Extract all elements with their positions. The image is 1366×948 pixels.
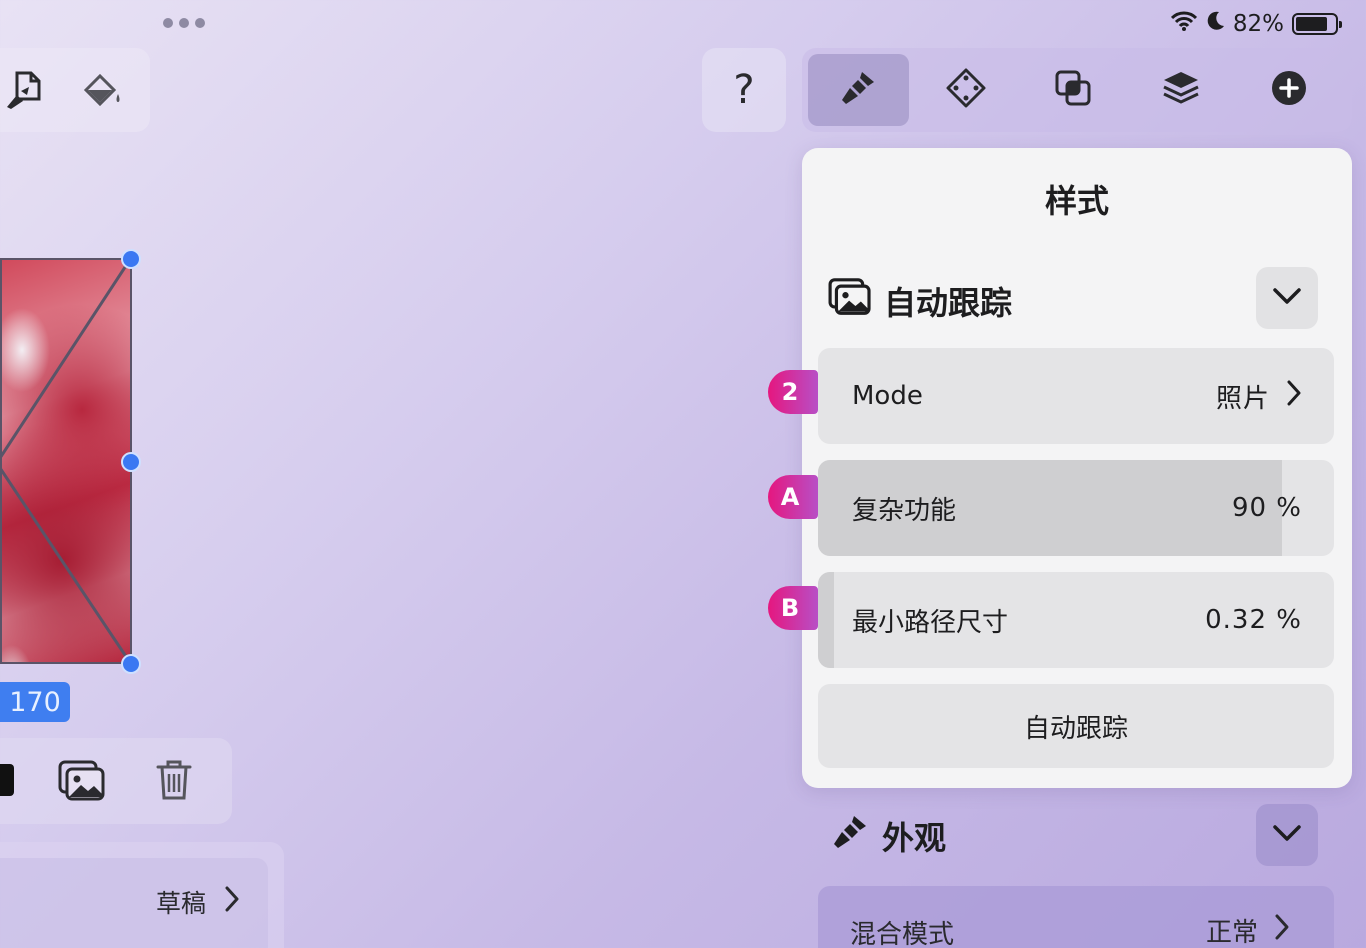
chevron-right-icon — [1274, 913, 1290, 948]
chevron-right-icon — [224, 885, 240, 919]
layers-tab[interactable] — [1131, 54, 1232, 126]
image-stack-icon[interactable] — [58, 760, 106, 802]
mode-row[interactable]: Mode 照片 — [818, 348, 1334, 444]
brush-style-icon — [830, 812, 870, 860]
blend-mode-value-text: 正常 — [1206, 918, 1259, 948]
status-bar: 82% — [1170, 10, 1342, 38]
brush-style-icon — [838, 68, 878, 112]
panel-title: 样式 — [1044, 182, 1109, 220]
annotation-badge-b: B — [768, 586, 818, 630]
complexity-value: 90 % — [1231, 493, 1302, 523]
boolean-icon — [1054, 69, 1092, 111]
moon-icon — [1205, 10, 1225, 38]
min-path-size-value: 0.32 % — [1205, 605, 1302, 635]
min-path-size-label: 最小路径尺寸 — [852, 607, 1009, 638]
trash-icon[interactable] — [154, 758, 194, 802]
add-icon — [1271, 70, 1307, 110]
collapse-section-button[interactable] — [1256, 267, 1318, 329]
color-swatch[interactable] — [0, 764, 14, 796]
annotation-badge-2: 2 — [768, 370, 818, 414]
chevron-down-icon — [1272, 287, 1302, 309]
chevron-right-icon — [1286, 379, 1302, 414]
battery-icon — [1292, 13, 1342, 35]
top-toolbar — [802, 48, 1352, 132]
mode-value: 照片 — [1216, 348, 1302, 444]
auto-trace-section-header: 自动跟踪 — [828, 278, 1012, 324]
mode-label: Mode — [852, 381, 923, 411]
wifi-icon — [1170, 11, 1197, 37]
battery-percent: 82% — [1232, 11, 1284, 37]
image-stack-icon — [828, 278, 872, 324]
dimension-label: 170 — [0, 682, 70, 722]
appearance-collapse-button[interactable] — [1256, 804, 1318, 866]
selection-handle-bottom-right[interactable] — [121, 654, 141, 674]
left-row-value: 草稿 — [156, 884, 240, 920]
left-row-value-text: 草稿 — [155, 889, 206, 918]
multitasking-dots[interactable] — [163, 18, 205, 28]
min-path-size-slider-row[interactable]: 最小路径尺寸 0.32 % — [818, 572, 1334, 668]
mode-value-text: 照片 — [1215, 383, 1270, 414]
blend-mode-value: 正常 — [1206, 912, 1290, 948]
complexity-label: 复杂功能 — [852, 495, 957, 526]
object-toolbar — [0, 738, 232, 824]
document-brush-icon[interactable] — [2, 68, 46, 112]
style-panel: 样式 自动跟踪 Mode 照片 复杂功能 90 % 最小路径尺寸 0.32 % … — [802, 148, 1352, 788]
section-title: 自动跟踪 — [884, 284, 1013, 322]
add-tab[interactable] — [1238, 54, 1339, 126]
selection-handle-top-right[interactable] — [121, 249, 141, 269]
annotation-badge-a: A — [768, 475, 818, 519]
brush-style-tab[interactable] — [808, 54, 909, 126]
blend-mode-label: 混合模式 — [850, 920, 955, 948]
layers-icon — [1161, 68, 1201, 112]
paint-bucket-icon[interactable] — [80, 70, 124, 110]
boolean-tab[interactable] — [1023, 54, 1124, 126]
selection-handle-right[interactable] — [121, 452, 141, 472]
chevron-down-icon — [1272, 824, 1302, 846]
appearance-section-header: 外观 — [830, 812, 946, 860]
complexity-slider-row[interactable]: 复杂功能 90 % — [818, 460, 1334, 556]
transform-tab[interactable] — [916, 54, 1017, 126]
min-path-size-slider-fill[interactable] — [818, 572, 834, 668]
help-button[interactable]: ? — [702, 48, 786, 132]
appearance-title: 外观 — [882, 819, 947, 857]
transform-icon — [945, 67, 987, 113]
auto-trace-button[interactable]: 自动跟踪 — [818, 684, 1334, 768]
selection-bounding-lines — [0, 258, 133, 665]
